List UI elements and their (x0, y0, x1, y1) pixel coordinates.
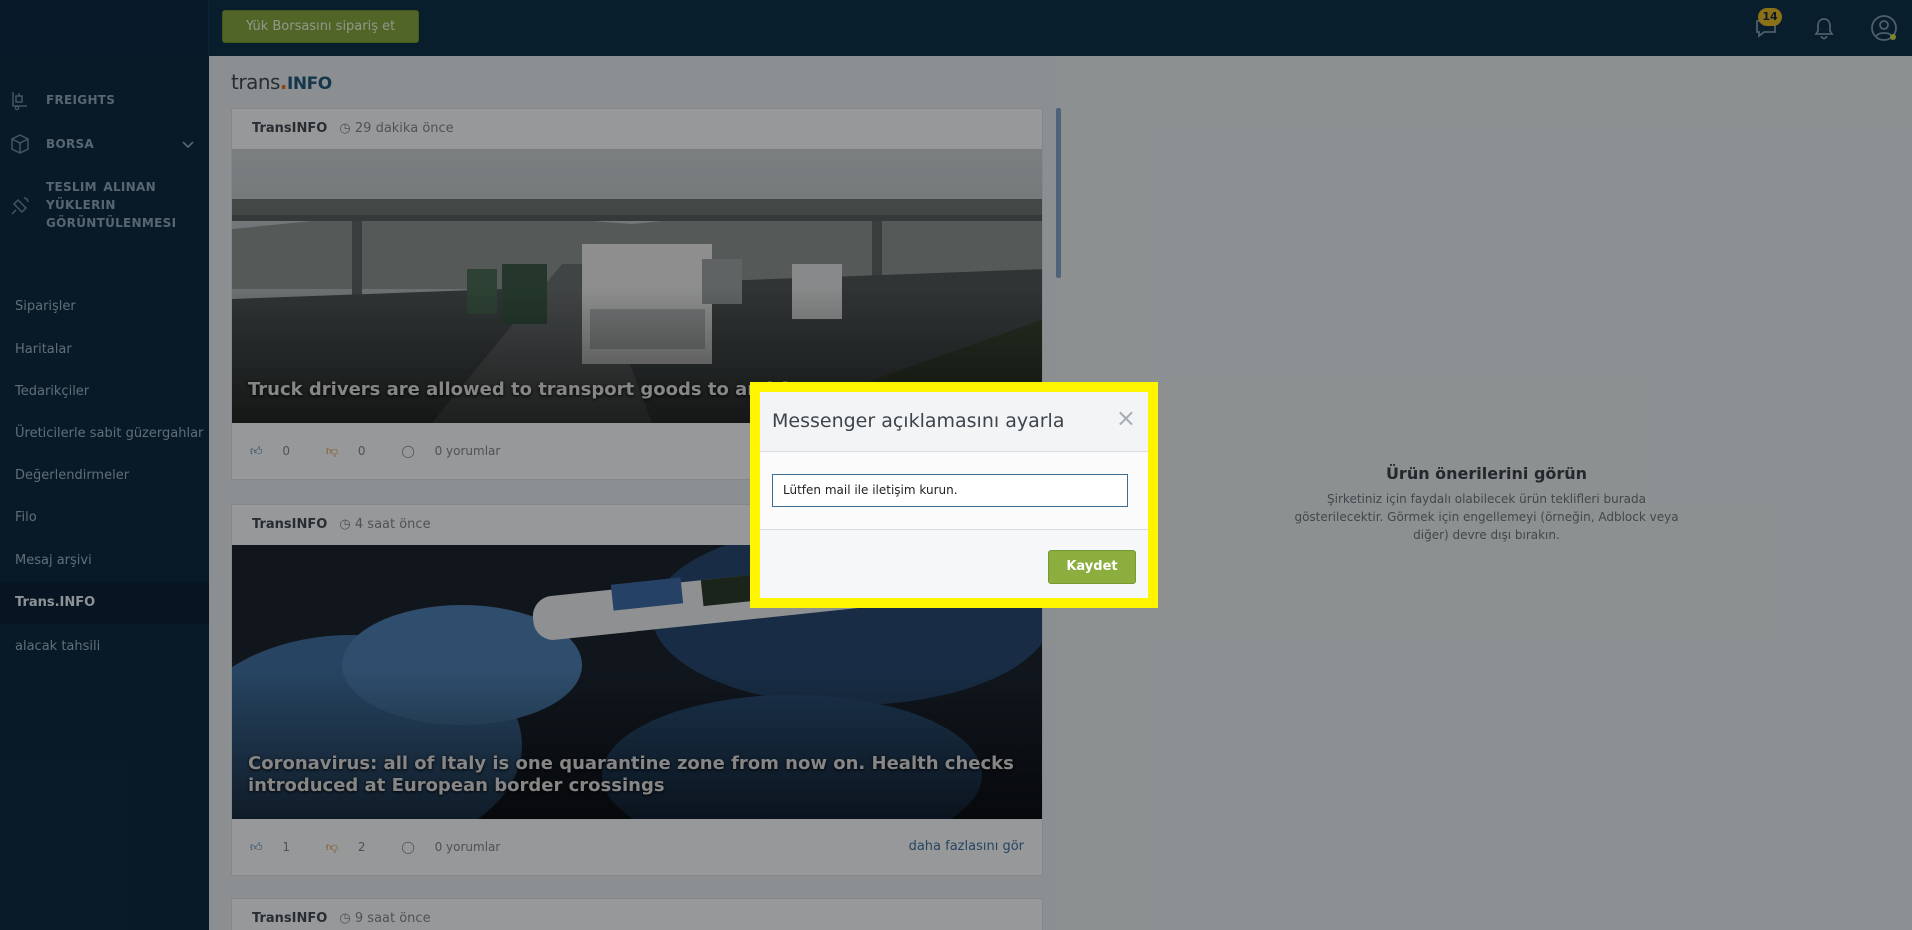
comments-link[interactable]: ◯ 0 yorumlar (401, 840, 516, 854)
card-time: ◷ 4 saat önce (339, 517, 431, 532)
modal-highlight: Messenger açıklamasını ayarla × Lütfen m… (750, 382, 1158, 608)
sidebar-main-label: FREIGHTS (46, 93, 116, 107)
sidebar: FREIGHTS BORSA TESLIM ALINAN YÜKLERIN GÖ… (0, 56, 209, 930)
card-footer: 👍︎ 1 👎︎ 2 ◯ 0 yorumlar daha fazlasını gö… (232, 819, 1042, 875)
dislike-button[interactable]: 👎︎ 2 (326, 840, 382, 854)
modal-header: Messenger açıklamasını ayarla × (760, 392, 1148, 452)
description-input[interactable]: Lütfen mail ile iletişim kurun. (772, 474, 1128, 507)
card-header: TransINFO ◷ 29 dakika önce (232, 109, 1042, 149)
freight-icon (12, 92, 27, 111)
card-header: TransINFO ◷ 9 saat önce (232, 899, 1042, 930)
order-exchange-button[interactable]: Yük Borsasını sipariş et (222, 10, 420, 43)
sidebar-item-fleet[interactable]: Filo (0, 497, 209, 539)
satellite-icon (11, 197, 29, 215)
sidebar-item-freights[interactable]: FREIGHTS (0, 88, 209, 112)
sidebar-main-label: BORSA (46, 137, 95, 151)
sidebar-item-debt-collection[interactable]: alacak tahsili (0, 626, 209, 668)
card-title[interactable]: Coronavirus: all of Italy is one quarant… (248, 753, 1026, 797)
sidebar-item-borsa[interactable]: BORSA (0, 132, 209, 156)
box-icon (11, 134, 29, 154)
right-panel: Ürün önerilerini görün Şirketiniz için f… (1061, 56, 1912, 930)
thumbs-down-icon: 👎︎ (325, 840, 339, 854)
comments-link[interactable]: ◯ 0 yorumlar (401, 444, 516, 458)
save-button[interactable]: Kaydet (1048, 550, 1136, 584)
modal-footer: Kaydet (760, 530, 1148, 598)
card-source: TransINFO (252, 517, 328, 532)
modal-body: Lütfen mail ile iletişim kurun. (760, 452, 1148, 530)
sidebar-item-transinfo[interactable]: Trans.INFO (0, 582, 209, 624)
chevron-down-icon[interactable] (182, 140, 194, 150)
recommendations-title: Ürün önerilerini görün (1385, 464, 1588, 483)
sidebar-item-message-archive[interactable]: Mesaj arşivi (0, 540, 209, 582)
card-time: ◷ 29 dakika önce (339, 121, 454, 136)
card-source: TransINFO (252, 911, 328, 926)
sidebar-item-fixed-routes[interactable]: Üreticilerle sabit güzergahlar (0, 413, 209, 455)
thumbs-up-icon: 👍︎ (250, 840, 263, 854)
like-button[interactable]: 👍︎ 0 (250, 444, 306, 458)
sidebar-main-label: TESLIM ALINAN YÜKLERIN GÖRÜNTÜLENMESI (46, 180, 177, 230)
modal-title: Messenger açıklamasını ayarla (772, 410, 1065, 432)
sidebar-item-ratings[interactable]: Değerlendirmeler (0, 455, 209, 497)
comment-icon: ◯ (401, 444, 415, 458)
card-source: TransINFO (252, 121, 328, 136)
brand-slot (0, 0, 209, 56)
sidebar-item-orders[interactable]: Siparişler (0, 286, 209, 328)
comment-icon: ◯ (401, 840, 415, 854)
thumbs-down-icon: 👎︎ (325, 444, 339, 458)
recommendations-text: Şirketiniz için faydalı olabilecek ürün … (1294, 492, 1679, 542)
messenger-description-modal: Messenger açıklamasını ayarla × Lütfen m… (760, 392, 1148, 598)
bell-icon[interactable] (1810, 14, 1838, 42)
sidebar-item-delivered-loads[interactable]: TESLIM ALINAN YÜKLERIN GÖRÜNTÜLENMESI (0, 178, 209, 234)
sidebar-item-maps[interactable]: Haritalar (0, 329, 209, 371)
sidebar-item-suppliers[interactable]: Tedarikçiler (0, 371, 209, 413)
user-icon[interactable] (1870, 14, 1898, 42)
close-icon[interactable]: × (1116, 406, 1136, 430)
messages-badge: 14 (1758, 8, 1782, 26)
thumbs-up-icon: 👍︎ (250, 444, 263, 458)
like-button[interactable]: 👍︎ 1 (250, 840, 306, 854)
card-time: ◷ 9 saat önce (339, 911, 431, 926)
top-bar: Yük Borsasını sipariş et 14 (0, 0, 1912, 56)
transinfo-logo: trans.INFO (231, 70, 332, 94)
news-card: TransINFO ◷ 9 saat önce (231, 898, 1043, 930)
see-more-link[interactable]: daha fazlasını gör (909, 819, 1024, 875)
dislike-button[interactable]: 👎︎ 0 (326, 444, 382, 458)
